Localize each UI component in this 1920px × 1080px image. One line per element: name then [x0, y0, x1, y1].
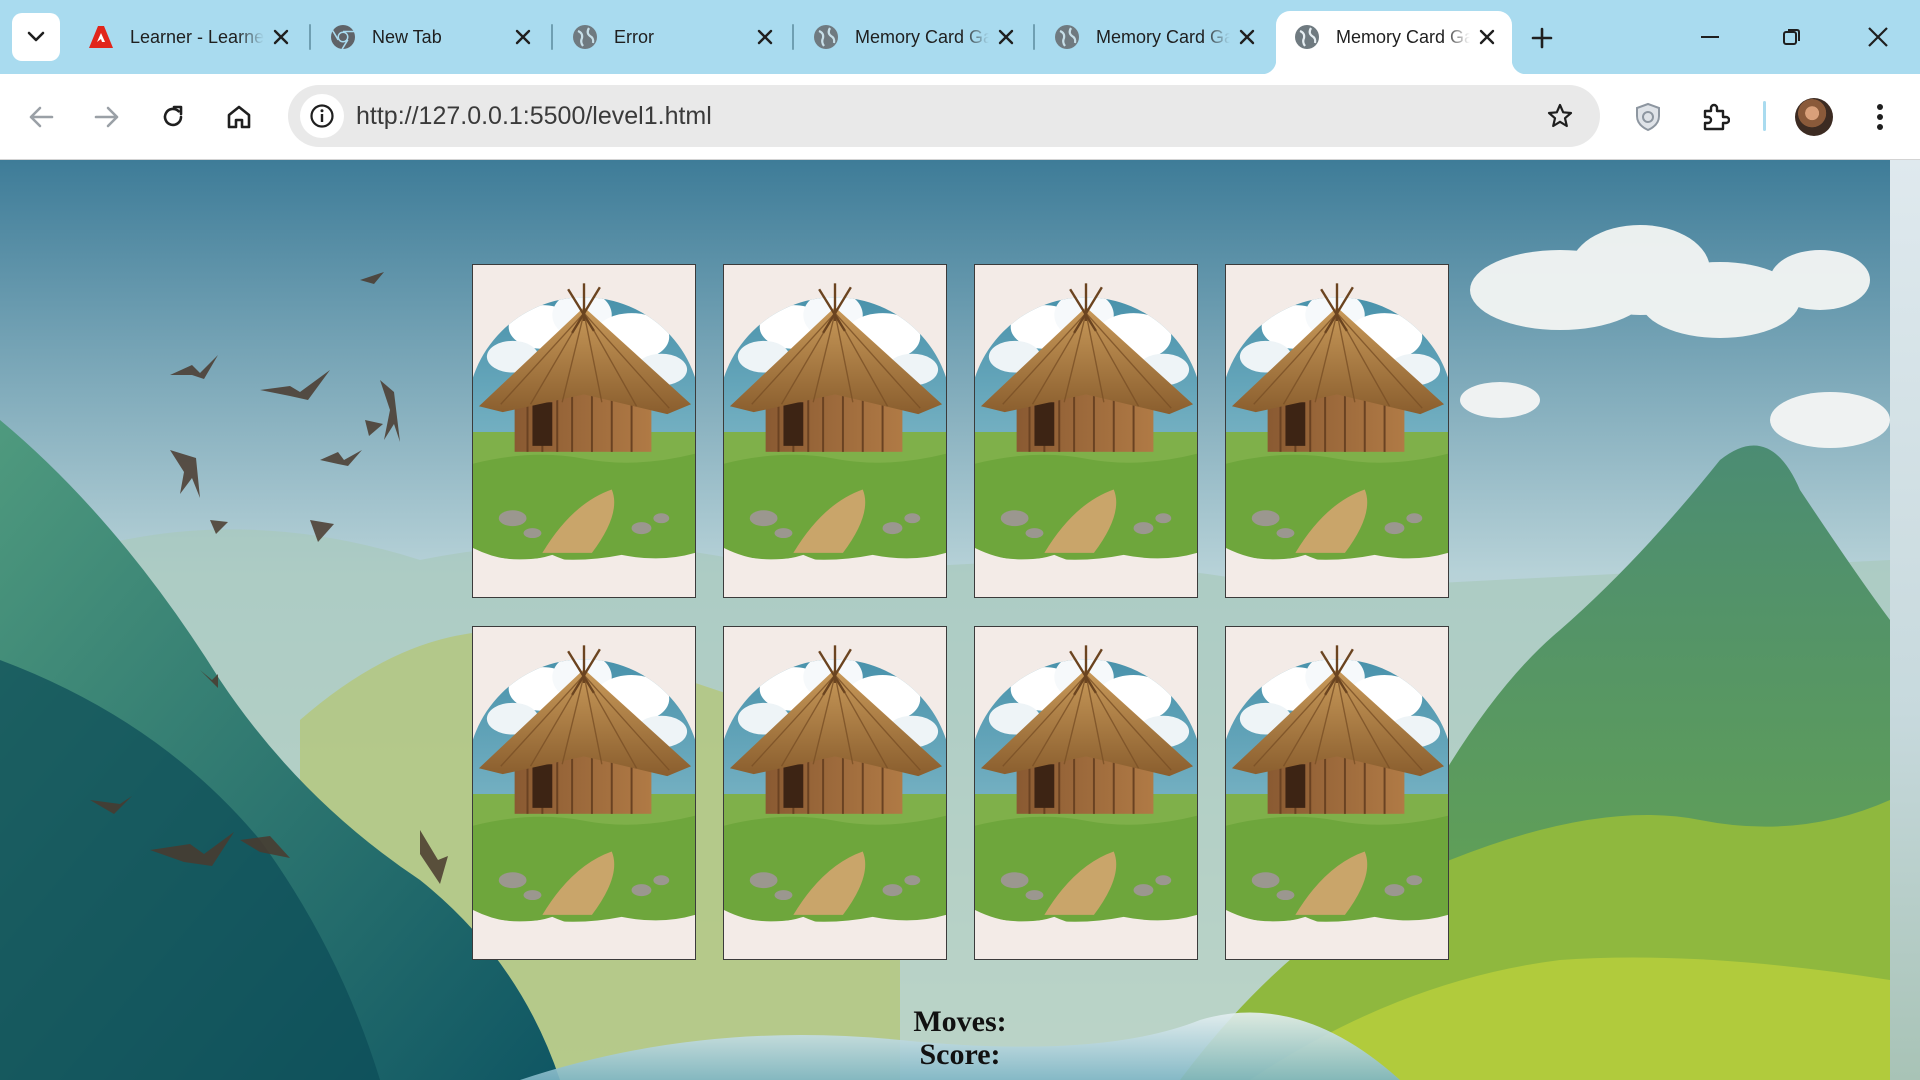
globe-icon	[1054, 24, 1080, 50]
close-icon[interactable]	[1230, 20, 1264, 54]
minimize-icon	[1701, 36, 1719, 38]
tab-title: New Tab	[372, 26, 442, 47]
tab-title: Error	[614, 26, 654, 47]
close-icon[interactable]	[1470, 20, 1504, 54]
home-icon	[227, 105, 251, 129]
hut-card-back-image	[975, 627, 1197, 959]
memory-card[interactable]	[1225, 626, 1449, 960]
puzzle-icon	[1703, 103, 1730, 131]
globe-icon	[1294, 24, 1320, 50]
page-viewport: Moves: Score:	[0, 160, 1920, 1080]
hut-card-back-image	[1226, 265, 1448, 597]
memory-card[interactable]	[974, 264, 1198, 598]
tab-separator	[551, 24, 553, 50]
profile-avatar[interactable]	[1795, 98, 1833, 136]
tab-title: Memory Card Game	[1336, 26, 1470, 47]
star-icon	[1547, 103, 1573, 128]
hut-card-back-image	[1226, 627, 1448, 959]
tab-separator	[1033, 24, 1035, 50]
hut-card-back-image	[473, 627, 695, 959]
close-window-button[interactable]	[1850, 13, 1906, 61]
globe-icon	[572, 24, 598, 50]
tab-title: Memory Card Game	[855, 26, 989, 47]
tab-separator	[309, 24, 311, 50]
memory-card[interactable]	[1225, 264, 1449, 598]
close-icon[interactable]	[264, 20, 298, 54]
tab-strip: Learner - Learner New Tab Error Memory C…	[0, 0, 1920, 74]
more-vertical-icon	[1877, 104, 1883, 130]
tab-memory-card-active[interactable]: Memory Card Game	[1262, 11, 1526, 74]
tab-title: Learner - Learner	[130, 26, 264, 47]
hut-card-back-image	[473, 265, 695, 597]
memory-card[interactable]	[472, 626, 696, 960]
close-icon[interactable]	[748, 20, 782, 54]
reload-button[interactable]	[150, 94, 196, 140]
restore-icon	[1783, 29, 1800, 45]
forward-button[interactable]	[84, 94, 130, 140]
globe-icon	[813, 24, 839, 50]
page-edge	[1890, 160, 1920, 1080]
tab-new-tab[interactable]: New Tab	[312, 11, 548, 63]
chevron-down-icon	[27, 31, 45, 42]
home-button[interactable]	[216, 94, 262, 140]
shield-icon	[1636, 102, 1660, 132]
tab-title: Memory Card Game	[1096, 26, 1230, 47]
url-text[interactable]: http://127.0.0.1:5500/level1.html	[356, 85, 712, 147]
memory-card[interactable]	[723, 626, 947, 960]
tab-error[interactable]: Error	[554, 11, 790, 63]
close-icon[interactable]	[506, 20, 540, 54]
restore-button[interactable]	[1764, 13, 1820, 61]
hut-card-back-image	[724, 627, 946, 959]
memory-card[interactable]	[723, 264, 947, 598]
extension-shield-button[interactable]	[1625, 94, 1671, 140]
menu-button[interactable]	[1857, 94, 1903, 140]
reload-icon	[163, 105, 183, 127]
address-bar[interactable]: http://127.0.0.1:5500/level1.html	[288, 85, 1600, 147]
new-tab-button[interactable]	[1522, 18, 1562, 58]
memory-card[interactable]	[974, 626, 1198, 960]
plus-icon	[1531, 27, 1553, 49]
hut-card-back-image	[724, 265, 946, 597]
toolbar-divider	[1763, 101, 1766, 131]
tab-search-button[interactable]	[12, 13, 60, 61]
score-label: Score:	[919, 1038, 1001, 1071]
back-button[interactable]	[18, 94, 64, 140]
info-icon	[310, 104, 334, 128]
memory-card[interactable]	[472, 264, 696, 598]
moves-label: Moves:	[913, 1005, 1007, 1038]
close-icon	[1868, 27, 1888, 47]
tab-learner[interactable]: Learner - Learner	[70, 11, 306, 63]
tab-memory-card-1[interactable]: Memory Card Game	[795, 11, 1031, 63]
bookmark-button[interactable]	[1540, 96, 1580, 136]
adobe-icon	[88, 24, 114, 50]
arrow-right-icon	[94, 106, 119, 128]
tab-separator	[792, 24, 794, 50]
chrome-icon	[330, 24, 356, 50]
extensions-button[interactable]	[1692, 94, 1738, 140]
browser-toolbar: http://127.0.0.1:5500/level1.html	[0, 74, 1920, 160]
tab-memory-card-2[interactable]: Memory Card Game	[1036, 11, 1272, 63]
arrow-left-icon	[29, 106, 54, 128]
card-grid	[472, 264, 1452, 964]
hut-card-back-image	[975, 265, 1197, 597]
minimize-button[interactable]	[1682, 13, 1738, 61]
site-info-button[interactable]	[300, 94, 344, 138]
close-icon[interactable]	[989, 20, 1023, 54]
game-stats: Moves: Score:	[0, 1005, 1920, 1071]
